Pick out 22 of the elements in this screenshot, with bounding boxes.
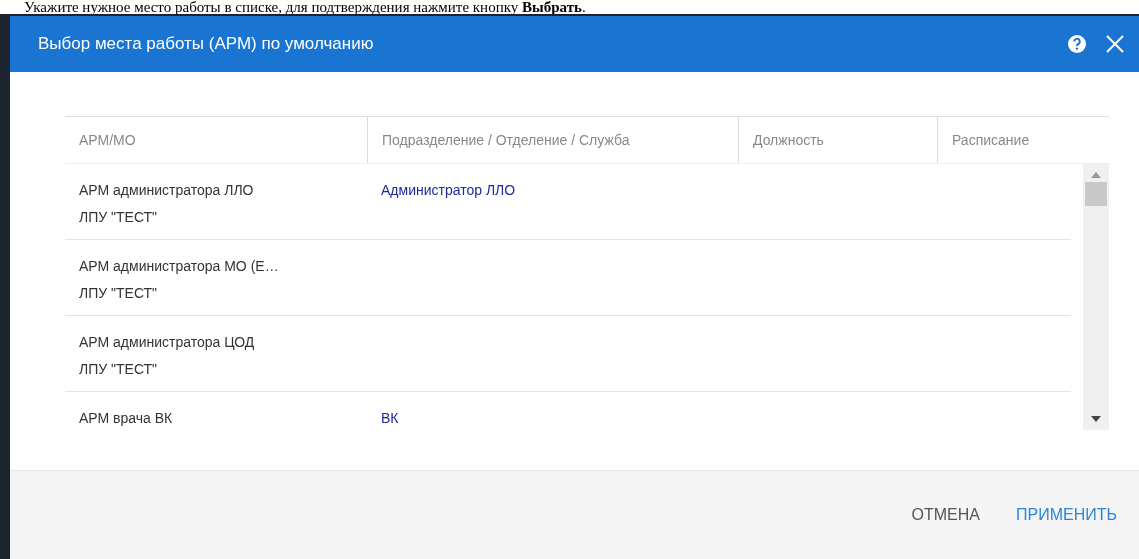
workplace-name: АРМ администратора ЛЛО bbox=[79, 181, 254, 200]
column-header[interactable]: Должность bbox=[738, 117, 937, 163]
dialog-title: Выбор места работы (АРМ) по умолчанию bbox=[38, 34, 375, 54]
help-icon[interactable] bbox=[1067, 34, 1087, 54]
scrollbar[interactable] bbox=[1083, 164, 1109, 430]
close-icon[interactable] bbox=[1105, 34, 1125, 54]
instruction-text: Укажите нужное место работы в списке, для подтверждения нажмите кнопку Выбрать. bbox=[23, 0, 587, 14]
department-name: Администратор ЛЛО bbox=[381, 181, 516, 200]
workplace-name: АРМ врача ВК bbox=[79, 409, 173, 428]
scroll-up-icon[interactable] bbox=[1091, 172, 1101, 178]
department-name: ВК bbox=[381, 409, 399, 428]
organization-name: ЛПУ "ТЕСТ" bbox=[79, 208, 158, 227]
organization-name: ЛПУ "ТЕСТ" bbox=[79, 284, 158, 303]
column-header[interactable]: АРМ/МО bbox=[65, 117, 367, 163]
column-header[interactable]: Подразделение / Отделение / Служба bbox=[367, 117, 738, 163]
workplace-name: АРМ администратора МО (Е… bbox=[79, 257, 279, 276]
organization-name: ЛПУ "ТЕСТ" bbox=[79, 360, 158, 379]
scroll-down-icon[interactable] bbox=[1091, 416, 1101, 422]
column-header[interactable]: Расписание bbox=[937, 117, 1098, 163]
cancel-button[interactable]: ОТМЕНА bbox=[911, 500, 980, 530]
scroll-thumb[interactable] bbox=[1085, 182, 1107, 206]
workplace-name: АРМ администратора ЦОД bbox=[79, 333, 255, 352]
